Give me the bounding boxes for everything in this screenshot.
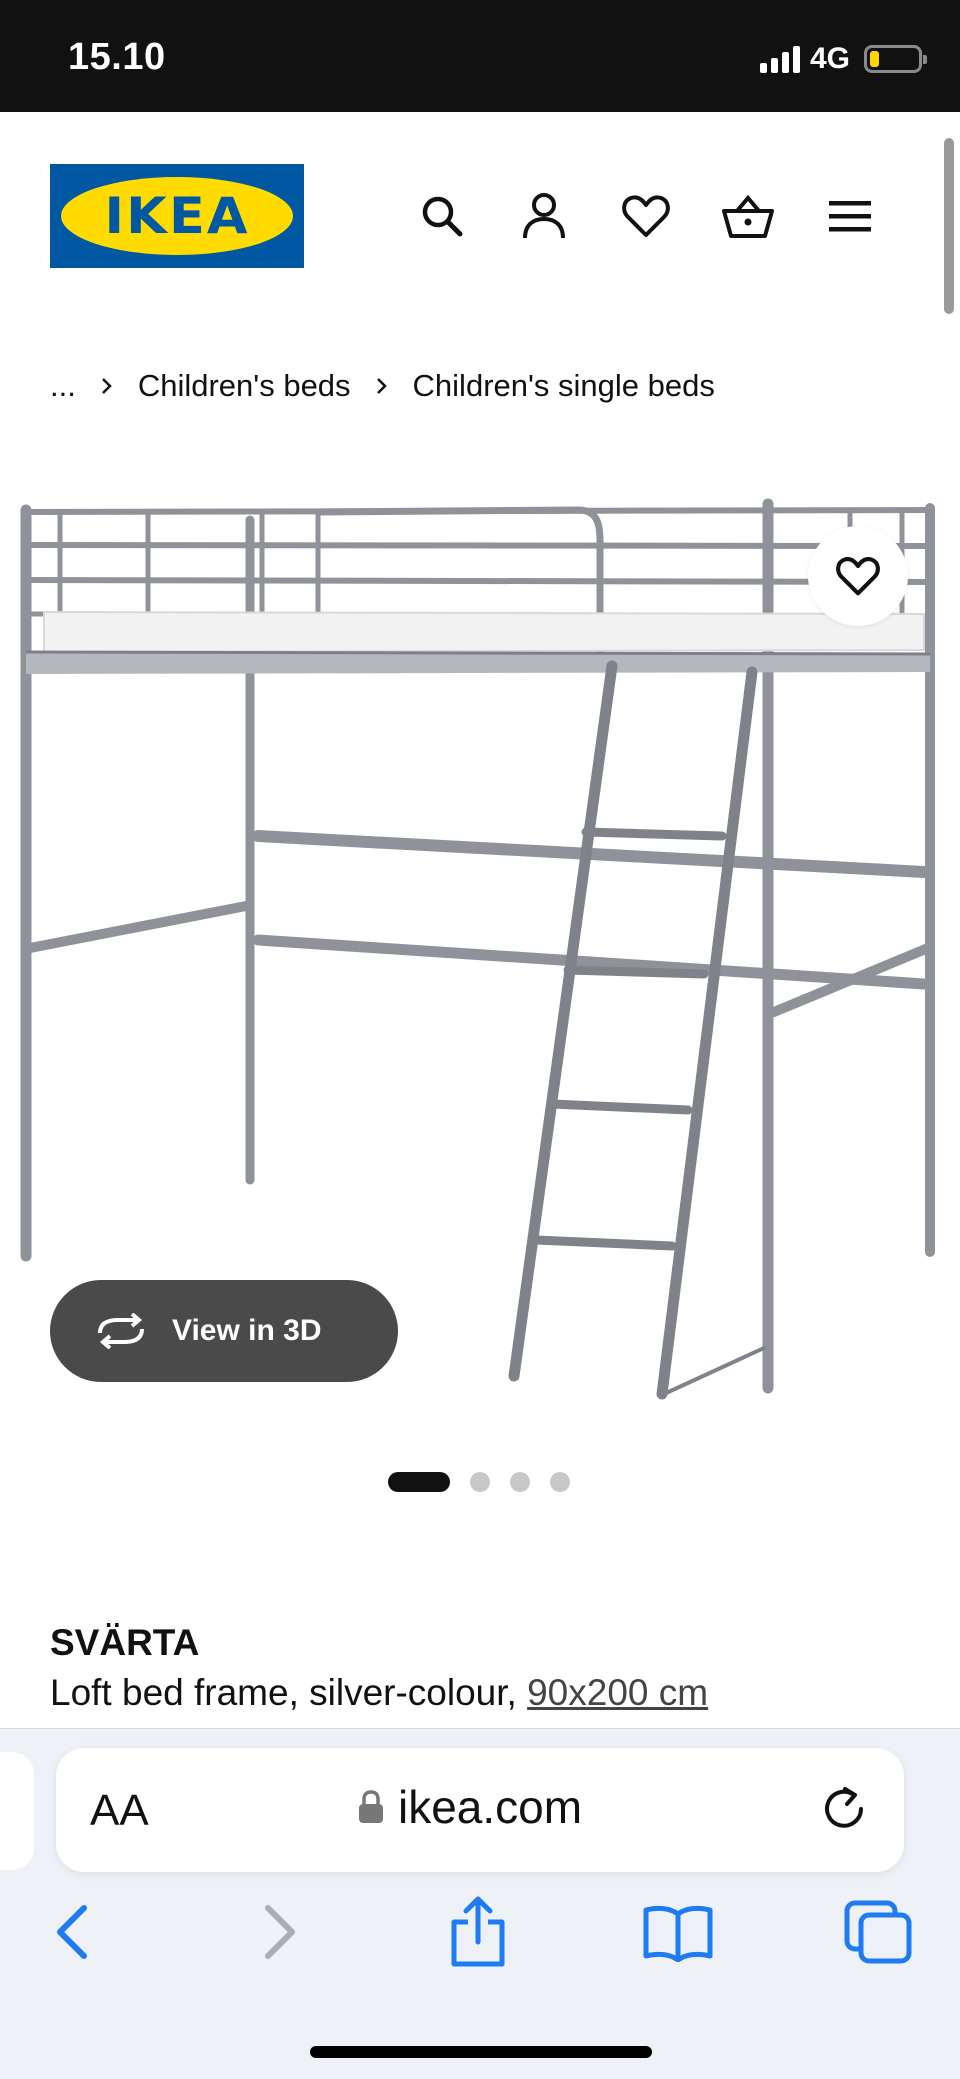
heart-icon[interactable] — [614, 184, 678, 248]
site-header: IKEA — [0, 112, 960, 312]
logo-oval: IKEA — [61, 177, 293, 255]
save-to-favourites-button[interactable] — [808, 526, 908, 626]
basket-icon[interactable] — [716, 184, 780, 248]
text-size-button[interactable]: AA — [90, 1786, 149, 1836]
product-description-text: Loft bed frame, silver-colour, — [50, 1672, 528, 1713]
breadcrumb: ... Children's beds Children's single be… — [50, 368, 715, 404]
carousel-dot[interactable] — [470, 1472, 490, 1492]
url-text: ikea.com — [398, 1781, 583, 1833]
carousel-dot[interactable] — [388, 1472, 450, 1492]
forward-button[interactable] — [240, 1892, 320, 1972]
address-bar[interactable]: AA ikea.com — [56, 1748, 904, 1872]
text-size-label: AA — [90, 1786, 149, 1835]
image-carousel-indicator[interactable] — [388, 1472, 570, 1492]
status-time: 15.10 — [68, 36, 166, 78]
status-indicators: 4G — [759, 42, 927, 76]
chevron-right-icon — [96, 375, 118, 397]
battery-icon — [864, 45, 927, 73]
page-scrollbar[interactable] — [944, 138, 954, 314]
browser-toolbar — [0, 1892, 960, 1982]
tabs-icon — [844, 1900, 912, 1964]
rotate-3d-icon — [98, 1313, 144, 1349]
carousel-dot[interactable] — [510, 1472, 530, 1492]
carousel-dot[interactable] — [550, 1472, 570, 1492]
chevron-right-icon — [265, 1905, 295, 1959]
chevron-left-icon — [57, 1905, 87, 1959]
home-indicator[interactable] — [310, 2046, 652, 2058]
logo-text: IKEA — [104, 187, 250, 245]
url-display[interactable]: ikea.com — [358, 1780, 582, 1834]
heart-icon — [836, 557, 880, 596]
status-bar: 15.10 4G — [0, 0, 960, 112]
menu-icon[interactable] — [818, 184, 882, 248]
ikea-logo[interactable]: IKEA — [50, 164, 304, 268]
share-icon — [451, 1896, 505, 1967]
lock-icon — [359, 1790, 383, 1823]
header-actions — [410, 184, 882, 248]
share-button[interactable] — [438, 1892, 518, 1972]
search-icon[interactable] — [410, 184, 474, 248]
view-in-3d-label: View in 3D — [172, 1314, 322, 1347]
tabs-button[interactable] — [838, 1892, 918, 1972]
product-description: Loft bed frame, silver-colour, 90x200 cm — [50, 1672, 708, 1714]
previous-tab-peek[interactable] — [0, 1752, 34, 1870]
battery-level — [870, 51, 879, 67]
reload-icon[interactable] — [814, 1778, 874, 1838]
breadcrumb-childrens-beds[interactable]: Children's beds — [138, 368, 351, 404]
product-size-link[interactable]: 90x200 cm — [527, 1672, 708, 1713]
bookmarks-button[interactable] — [638, 1892, 718, 1972]
breadcrumb-childrens-single-beds[interactable]: Children's single beds — [413, 368, 715, 404]
profile-icon[interactable] — [512, 184, 576, 248]
breadcrumb-ellipsis[interactable]: ... — [50, 368, 76, 404]
signal-icon — [759, 45, 800, 73]
product-name: SVÄRTA — [50, 1622, 200, 1663]
chevron-right-icon — [371, 375, 393, 397]
network-type: 4G — [809, 42, 850, 75]
back-button[interactable] — [32, 1892, 112, 1972]
view-in-3d-button[interactable]: View in 3D — [50, 1280, 398, 1382]
book-icon — [643, 1905, 713, 1962]
